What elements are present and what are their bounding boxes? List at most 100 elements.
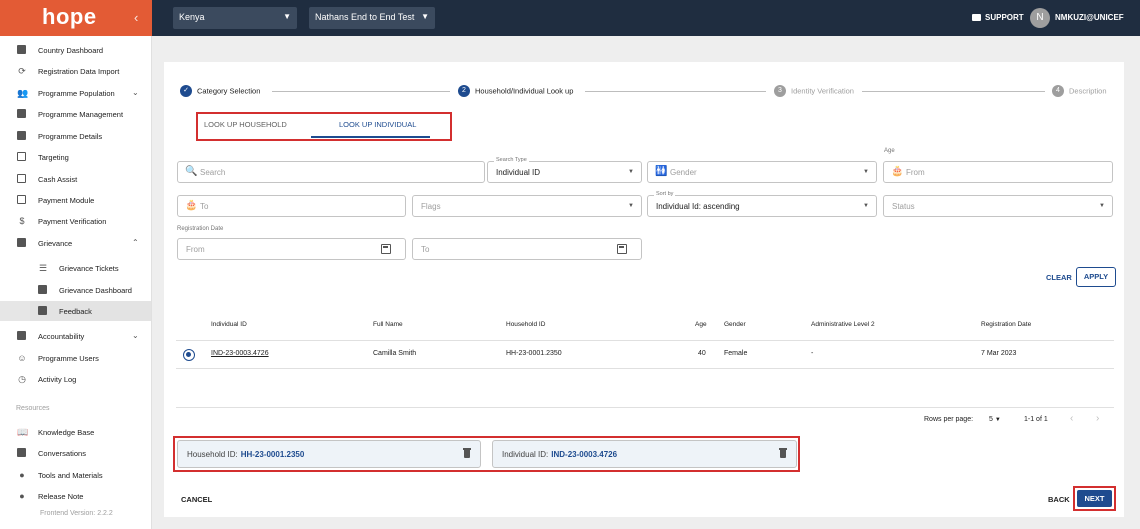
forum-icon (17, 331, 26, 340)
search-input[interactable]: 🔍 Search (177, 161, 485, 183)
list-icon: ☰ (38, 263, 48, 273)
sidebar-item-registration-data-import[interactable]: ⟳ Registration Data Import (0, 61, 151, 81)
cell-age: 40 (698, 350, 706, 357)
step-label: Household/Individual Look up (475, 86, 574, 96)
forum-icon (17, 448, 26, 457)
clipboard-icon (17, 131, 26, 140)
sidebar-item-country-dashboard[interactable]: Country Dashboard (0, 40, 151, 60)
sidebar-item-release-note[interactable]: ● Release Note (0, 486, 151, 506)
step-connector (585, 91, 766, 92)
row-radio-selected[interactable] (183, 349, 195, 361)
sidebar-item-label: Registration Data Import (38, 67, 120, 76)
logo-area: hope ‹ (0, 0, 152, 36)
sidebar-item-activity-log[interactable]: ◷ Activity Log (0, 369, 151, 389)
step-category-selection: ✓ Category Selection (180, 85, 260, 97)
caret-down-icon: ▼ (628, 203, 634, 209)
col-header-registration-date[interactable]: Registration Date (981, 321, 1031, 328)
table-divider (176, 340, 1114, 341)
country-select[interactable]: Kenya ▼ (173, 7, 297, 29)
tab-indicator (311, 136, 430, 138)
delete-icon[interactable] (463, 448, 471, 458)
selected-individual-chip: Individual ID: IND-23-0003.4726 (492, 440, 797, 468)
calendar-icon[interactable] (617, 244, 627, 254)
sidebar-item-cash-assist[interactable]: Cash Assist (0, 169, 151, 189)
sidebar-item-programme-details[interactable]: Programme Details (0, 126, 151, 146)
delete-icon[interactable] (779, 448, 787, 458)
avatar[interactable]: N (1030, 8, 1050, 28)
search-type-label: Search Type (494, 157, 529, 163)
selected-household-chip: Household ID: HH-23-0001.2350 (177, 440, 481, 468)
cell-full-name: Camilla Smith (373, 350, 417, 357)
wc-icon: 🚻 (655, 166, 668, 177)
flags-select[interactable]: Flags ▼ (412, 195, 642, 217)
sidebar-item-label: Release Note (38, 492, 84, 501)
calendar-icon[interactable] (381, 244, 391, 254)
tab-look-up-individual[interactable]: LOOK UP INDIVIDUAL (339, 120, 416, 129)
registration-date-from[interactable]: From (177, 238, 406, 260)
age-to-placeholder: To (200, 202, 209, 211)
sidebar: Country Dashboard ⟳ Registration Data Imp… (0, 36, 152, 529)
sidebar-item-label: Programme Users (38, 354, 99, 363)
col-header-gender[interactable]: Gender (724, 321, 746, 328)
caret-down-icon: ▼ (863, 203, 869, 209)
sidebar-item-accountability[interactable]: Accountability ⌄ (0, 326, 151, 346)
apply-button[interactable]: APPLY (1076, 267, 1116, 287)
sidebar-item-label: Knowledge Base (38, 428, 95, 437)
clear-button[interactable]: CLEAR (1046, 273, 1072, 282)
table-divider (176, 407, 1114, 408)
caret-down-icon: ▼ (994, 417, 1001, 423)
age-from-input[interactable]: 🎂 From (883, 161, 1113, 183)
sidebar-item-label: Grievance Dashboard (59, 286, 132, 295)
cell-individual-id[interactable]: IND-23-0003.4726 (211, 350, 269, 357)
gender-select[interactable]: 🚻 Gender ▼ (647, 161, 877, 183)
sidebar-item-tools-and-materials[interactable]: ● Tools and Materials (0, 465, 151, 485)
col-header-age[interactable]: Age (695, 321, 707, 328)
programme-select[interactable]: Nathans End to End Test ▼ (309, 7, 435, 29)
status-select[interactable]: Status ▼ (883, 195, 1113, 217)
col-header-full-name[interactable]: Full Name (373, 321, 403, 328)
back-button[interactable]: BACK (1048, 495, 1070, 504)
sidebar-item-knowledge-base[interactable]: 📖 Knowledge Base (0, 422, 151, 442)
sidebar-item-payment-module[interactable]: Payment Module (0, 190, 151, 210)
step-connector (272, 91, 450, 92)
next-page-icon[interactable]: › (1096, 413, 1099, 424)
cell-registration-date: 7 Mar 2023 (981, 350, 1017, 357)
prev-page-icon[interactable]: ‹ (1070, 413, 1073, 424)
step-connector (862, 91, 1045, 92)
step-label: Category Selection (197, 86, 261, 96)
sidebar-item-grievance-dashboard[interactable]: Grievance Dashboard (0, 280, 151, 300)
support-link[interactable]: SUPPORT (972, 13, 1024, 22)
age-to-input[interactable]: 🎂 To (177, 195, 406, 217)
search-type-select[interactable]: Search Type Individual ID ▼ (487, 157, 642, 183)
cancel-button[interactable]: CANCEL (181, 495, 212, 504)
rows-per-page-select[interactable]: 5 ▼ (989, 416, 1001, 423)
next-button[interactable]: NEXT (1077, 490, 1112, 507)
step-household-individual-lookup: 2 Household/Individual Look up (458, 85, 573, 97)
sidebar-item-grievance[interactable]: Grievance ⌃ (0, 233, 151, 253)
sidebar-item-programme-population[interactable]: 👥 Programme Population ⌄ (0, 83, 151, 103)
flags-placeholder: Flags (421, 202, 441, 211)
sidebar-item-programme-management[interactable]: Programme Management (0, 104, 151, 124)
user-email[interactable]: NMKUZI@UNICEF (1055, 13, 1140, 22)
sort-by-select[interactable]: Sort by Individual Id: ascending ▼ (647, 191, 877, 217)
chevron-left-icon[interactable]: ‹ (134, 10, 138, 25)
search-placeholder: Search (200, 168, 226, 177)
registration-date-to[interactable]: To (412, 238, 642, 260)
cell-household-id: HH-23-0001.2350 (506, 350, 562, 357)
col-header-household-id[interactable]: Household ID (506, 321, 545, 328)
col-header-admin-level-2[interactable]: Administrative Level 2 (811, 321, 875, 328)
sidebar-item-payment-verification[interactable]: $ Payment Verification (0, 211, 151, 231)
caret-down-icon: ▼ (628, 169, 634, 175)
sidebar-item-programme-users[interactable]: ☺ Programme Users (0, 348, 151, 368)
sidebar-item-feedback[interactable]: Feedback (0, 301, 151, 321)
dashboard-icon (17, 45, 26, 54)
sidebar-item-conversations[interactable]: Conversations (0, 443, 151, 463)
sidebar-item-grievance-tickets[interactable]: ☰ Grievance Tickets (0, 258, 151, 278)
sidebar-item-label: Accountability (38, 332, 85, 341)
sidebar-item-label: Payment Verification (38, 217, 107, 226)
tab-look-up-household[interactable]: LOOK UP HOUSEHOLD (204, 120, 287, 129)
col-header-individual-id[interactable]: Individual ID (211, 321, 247, 328)
age-label: Age (884, 148, 895, 154)
chat-icon (972, 14, 981, 21)
sidebar-item-targeting[interactable]: Targeting (0, 147, 151, 167)
